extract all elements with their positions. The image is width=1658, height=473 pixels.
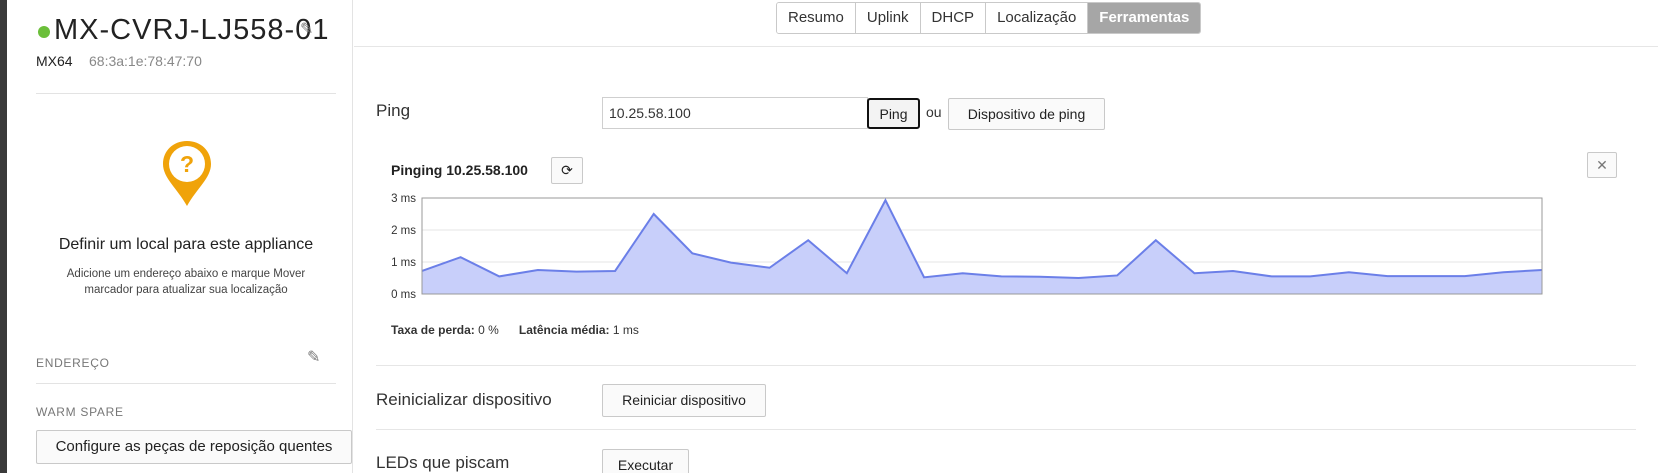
sidebar-divider — [36, 93, 336, 94]
location-unknown-pin-icon: ? — [163, 141, 211, 206]
configure-warm-spare-button[interactable]: Configure as peças de reposição quentes — [36, 430, 352, 464]
ping-chart-svg: 3 ms 2 ms 1 ms 0 ms — [391, 193, 1543, 301]
close-icon: ✕ — [1596, 157, 1608, 173]
edit-address-pencil-icon[interactable]: ✎ — [307, 350, 320, 366]
or-text: ou — [926, 104, 942, 120]
ping-device-button[interactable]: Dispositivo de ping — [948, 98, 1105, 130]
tab-dhcp[interactable]: DHCP — [920, 3, 987, 33]
header-divider — [354, 46, 1658, 47]
warm-spare-label: WARM SPARE — [36, 405, 124, 419]
status-indicator — [38, 26, 50, 38]
sidebar-divider — [36, 383, 336, 384]
chart-y-tick-label: 1 ms — [391, 257, 416, 269]
chart-series-line — [421, 198, 1543, 280]
address-label: ENDEREÇO — [36, 356, 110, 370]
tab-uplink[interactable]: Uplink — [855, 3, 921, 33]
blink-leds-run-button[interactable]: Executar — [602, 449, 689, 473]
tab-ferramentas[interactable]: Ferramentas — [1088, 3, 1201, 33]
refresh-icon: ⟳ — [561, 162, 573, 178]
refresh-ping-button[interactable]: ⟳ — [551, 157, 583, 184]
chart-y-tick-label: 0 ms — [391, 289, 416, 301]
ping-result-title: Pinging 10.25.58.100 — [391, 162, 528, 178]
ping-stats: Taxa de perda: 0 % Latência média: 1 ms — [391, 323, 639, 337]
app-root: MX-CVRJ-LJ558-01 ✎ MX64 68:3a:1e:78:47:7… — [0, 0, 1658, 473]
device-mac: 68:3a:1e:78:47:70 — [89, 53, 202, 69]
ping-latency-chart: 3 ms 2 ms 1 ms 0 ms — [376, 190, 1626, 310]
edit-name-pencil-icon[interactable]: ✎ — [300, 22, 313, 38]
ping-button[interactable]: Ping — [867, 98, 920, 129]
row-divider — [376, 429, 1636, 430]
location-title: Definir um local para este appliance — [58, 236, 314, 253]
ping-address-input[interactable] — [602, 97, 868, 129]
ping-label: Ping — [376, 101, 411, 120]
reboot-label: Reinicializar dispositivo — [376, 390, 552, 409]
device-sidebar: MX-CVRJ-LJ558-01 ✎ MX64 68:3a:1e:78:47:7… — [7, 0, 353, 473]
device-model: MX64 — [36, 53, 73, 69]
blink-leds-label: LEDs que piscam — [376, 453, 510, 472]
loss-label: Taxa de perda: — [391, 323, 475, 337]
reboot-device-button[interactable]: Reiniciar dispositivo — [602, 384, 766, 417]
loss-value: 0 % — [478, 323, 499, 337]
tab-bar: Resumo Uplink DHCP Localização Ferrament… — [776, 2, 1202, 34]
chart-y-tick-label: 2 ms — [391, 225, 416, 237]
main-panel: Resumo Uplink DHCP Localização Ferrament… — [354, 0, 1658, 473]
chart-y-tick-label: 3 ms — [391, 193, 416, 205]
tab-resumo[interactable]: Resumo — [777, 3, 856, 33]
svg-text:?: ? — [180, 151, 194, 177]
tab-localizacao[interactable]: Localização — [986, 3, 1089, 33]
left-edge-strip — [0, 0, 7, 473]
chart-area-fill — [422, 200, 1542, 294]
row-divider — [376, 365, 1636, 366]
close-ping-results-button[interactable]: ✕ — [1587, 152, 1617, 178]
latency-value: 1 ms — [612, 323, 639, 337]
latency-label: Latência média: — [518, 323, 610, 337]
device-name: MX-CVRJ-LJ558-01 — [54, 14, 330, 46]
location-description: Adicione um endereço abaixo e marque Mov… — [66, 268, 306, 296]
